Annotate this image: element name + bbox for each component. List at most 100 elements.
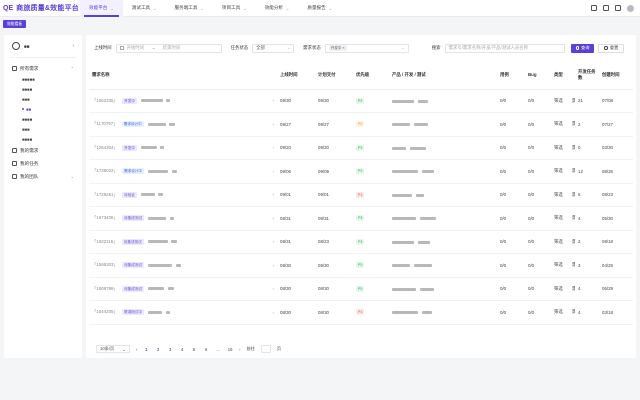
document-icon[interactable]: [603, 5, 609, 11]
chevron-right-icon[interactable]: ›: [249, 136, 277, 160]
table-row[interactable]: 「1729261」 待验证 › 09/01 09/01 P1 0/0 0/0 筛…: [89, 183, 633, 207]
nav-item-project-tools[interactable]: 项目工具 ⌄: [213, 0, 256, 17]
page-number[interactable]: 5: [191, 347, 197, 352]
sidebar-subitem[interactable]: ■■■■: [4, 134, 82, 144]
page-number[interactable]: 2: [155, 347, 161, 352]
reset-button[interactable]: 重置: [598, 43, 625, 53]
cell-online: 09/01: [277, 183, 315, 207]
page-number[interactable]: 16: [227, 347, 233, 352]
chevron-right-icon[interactable]: ›: [249, 206, 277, 231]
sidebar-subitem[interactable]: ■■■: [4, 124, 82, 134]
chevron-right-icon[interactable]: ›: [249, 277, 277, 301]
table-row[interactable]: 「1062335」 开发中 › 09/30 09/30 P3 0/0 0/0 筛…: [89, 89, 633, 113]
cell-created: 07/08: [599, 89, 633, 113]
col-header-online[interactable]: 上线时间: [277, 61, 315, 90]
col-header-priority[interactable]: 优先级: [353, 61, 389, 90]
sidebar-subitem-label: ■■■: [22, 96, 30, 102]
nav-item-server-tools[interactable]: 服务端工具 ⌄: [166, 0, 213, 17]
query-button[interactable]: 查询: [570, 43, 595, 53]
page-number[interactable]: 3: [167, 347, 173, 352]
sidebar-item-my-team[interactable]: 我的团队 ⌄: [4, 170, 82, 183]
chevron-down-icon: ⌄: [243, 5, 247, 11]
chevron-right-icon[interactable]: ›: [249, 183, 277, 207]
sidebar-group-all-requirements[interactable]: 所有需求 ⌃: [4, 63, 82, 74]
app-logo[interactable]: QE 商旅质量&效能平台: [0, 3, 80, 13]
nav-item-efficiency-platform[interactable]: 效能平台 ⌄: [80, 0, 123, 17]
table-row[interactable]: 「1544205」 联调测试中 › 08/30 08/30 P1 0/0 0/0…: [89, 300, 633, 325]
chevron-right-icon[interactable]: ›: [249, 253, 277, 278]
settings-icon[interactable]: [615, 5, 621, 11]
cell-name[interactable]: 「1922116」 待集成测试: [89, 230, 249, 254]
sidebar-item-my-tasks[interactable]: 我的任务: [4, 157, 82, 170]
prev-page-icon[interactable]: ‹: [136, 347, 137, 352]
cell-plan: 08/23: [315, 230, 353, 254]
cell-cases: 0/0: [497, 136, 525, 160]
page-jump-input[interactable]: [260, 345, 271, 353]
table-row[interactable]: 「1922116」 待集成测试 › 08/31 08/23 P3 0/0 0/0…: [89, 230, 633, 254]
cell-bug: 0/0: [525, 230, 551, 254]
cell-name[interactable]: 「1909799」 待集成测试: [89, 277, 249, 301]
sidebar-subitem[interactable]: ■■■■: [4, 84, 82, 94]
avatar[interactable]: [627, 4, 634, 12]
expand-icon[interactable]: [591, 5, 597, 11]
cell-name[interactable]: 「1254304」 开发中: [89, 136, 249, 160]
team-icon: [12, 174, 17, 179]
chevron-right-icon[interactable]: ›: [249, 300, 277, 325]
sidebar-item-label: 我的任务: [20, 160, 39, 166]
cell-name[interactable]: 「1595303」 待集成测试: [89, 253, 249, 278]
chevron-right-icon[interactable]: ›: [249, 159, 277, 184]
req-title-redacted: [148, 216, 167, 220]
nav-item-efficiency-analysis[interactable]: 效能分析 ⌄: [256, 0, 299, 17]
sidebar-item-my-requirements[interactable]: 我的需求: [4, 144, 82, 157]
cell-name[interactable]: 「1729261」 待验证: [89, 183, 249, 207]
table-row[interactable]: 「1673406」 待集成测试 › 08/31 08/31 P3 0/0 0/0…: [89, 206, 633, 231]
table-row[interactable]: 「1254304」 开发中 › 09/20 09/20 P3 0/0 0/0 筛…: [89, 136, 633, 160]
task-status-select[interactable]: 全部 ⌄: [252, 43, 295, 53]
chevron-down-icon: ⌄: [285, 5, 290, 11]
sidebar-subitem[interactable]: ■■■■■: [4, 74, 82, 84]
page-number[interactable]: 1: [143, 347, 149, 352]
user-profile[interactable]: ■■ ›: [4, 35, 82, 57]
sidebar-subitem[interactable]: ■■■■: [4, 114, 82, 124]
cell-name[interactable]: 「1062335」 开发中: [89, 89, 249, 113]
date-range-picker[interactable]: 开始时间 ~ 结束时间: [115, 43, 222, 53]
search-label: 搜索: [431, 45, 441, 50]
col-header-name[interactable]: 需求名称: [89, 61, 249, 90]
page-number[interactable]: ...: [215, 347, 221, 352]
sidebar-subitem[interactable]: ■■■: [4, 94, 82, 104]
cell-name[interactable]: 「1544205」 联调测试中: [89, 300, 249, 325]
sidebar-subitem-active[interactable]: ■■: [4, 104, 82, 114]
table-row[interactable]: 「1909799」 待集成测试 › 08/30 08/30 P3 0/0 0/0…: [89, 277, 633, 301]
nav-item-test-tools[interactable]: 測试工具 ⌄: [123, 0, 166, 17]
table-row[interactable]: 「1735022」 需求设计中 › 09/06 09/09 P3 0/0 0/0…: [89, 159, 633, 184]
req-title-redacted: [148, 122, 166, 126]
board-tag[interactable]: 效能看板: [3, 20, 27, 28]
cell-tasks: 2: [575, 230, 599, 254]
status-badge: 待集成测试: [122, 215, 145, 222]
cell-name[interactable]: 「1170797」 需求设计中: [89, 112, 249, 137]
req-id: 「1922116」: [92, 238, 118, 244]
chevron-right-icon[interactable]: ›: [249, 230, 277, 254]
col-header-cases: 用例: [497, 61, 525, 90]
req-status-select[interactable]: 开发中 × ⌄: [324, 43, 409, 53]
next-page-icon[interactable]: ›: [239, 347, 240, 352]
cell-tasks: 4: [575, 277, 599, 301]
people-redacted: [422, 311, 433, 315]
table-row[interactable]: 「1170797」 需求设计中 › 09/27 09/27 P2 0/0 0/0…: [89, 112, 633, 137]
cell-name[interactable]: 「1673406」 待集成测试: [89, 206, 249, 231]
nav-item-quality-report[interactable]: 质量报告 ⌄: [298, 0, 341, 17]
req-status-chip[interactable]: 开发中 ×: [328, 45, 347, 51]
col-header-plan[interactable]: 计划交付: [315, 61, 353, 90]
page-size-select[interactable]: 10条/页 ⌄: [96, 345, 130, 353]
type-value: 需求: [572, 309, 575, 314]
col-header-created[interactable]: 创建时间: [599, 61, 633, 90]
cell-name[interactable]: 「1735022」 需求设计中: [89, 159, 249, 184]
cell-cases: 0/0: [497, 159, 525, 184]
people-redacted: [392, 99, 414, 103]
chevron-right-icon[interactable]: ›: [249, 112, 277, 137]
search-input[interactable]: 需求号/需求名称/开发/产品/测试人员名称: [444, 43, 565, 53]
page-number[interactable]: 6: [203, 347, 209, 352]
chevron-right-icon[interactable]: ›: [249, 89, 277, 113]
table-row[interactable]: 「1595303」 待集成测试 › 08/30 08/30 P3 0/0 0/0…: [89, 253, 633, 278]
page-number[interactable]: 4: [179, 347, 185, 352]
